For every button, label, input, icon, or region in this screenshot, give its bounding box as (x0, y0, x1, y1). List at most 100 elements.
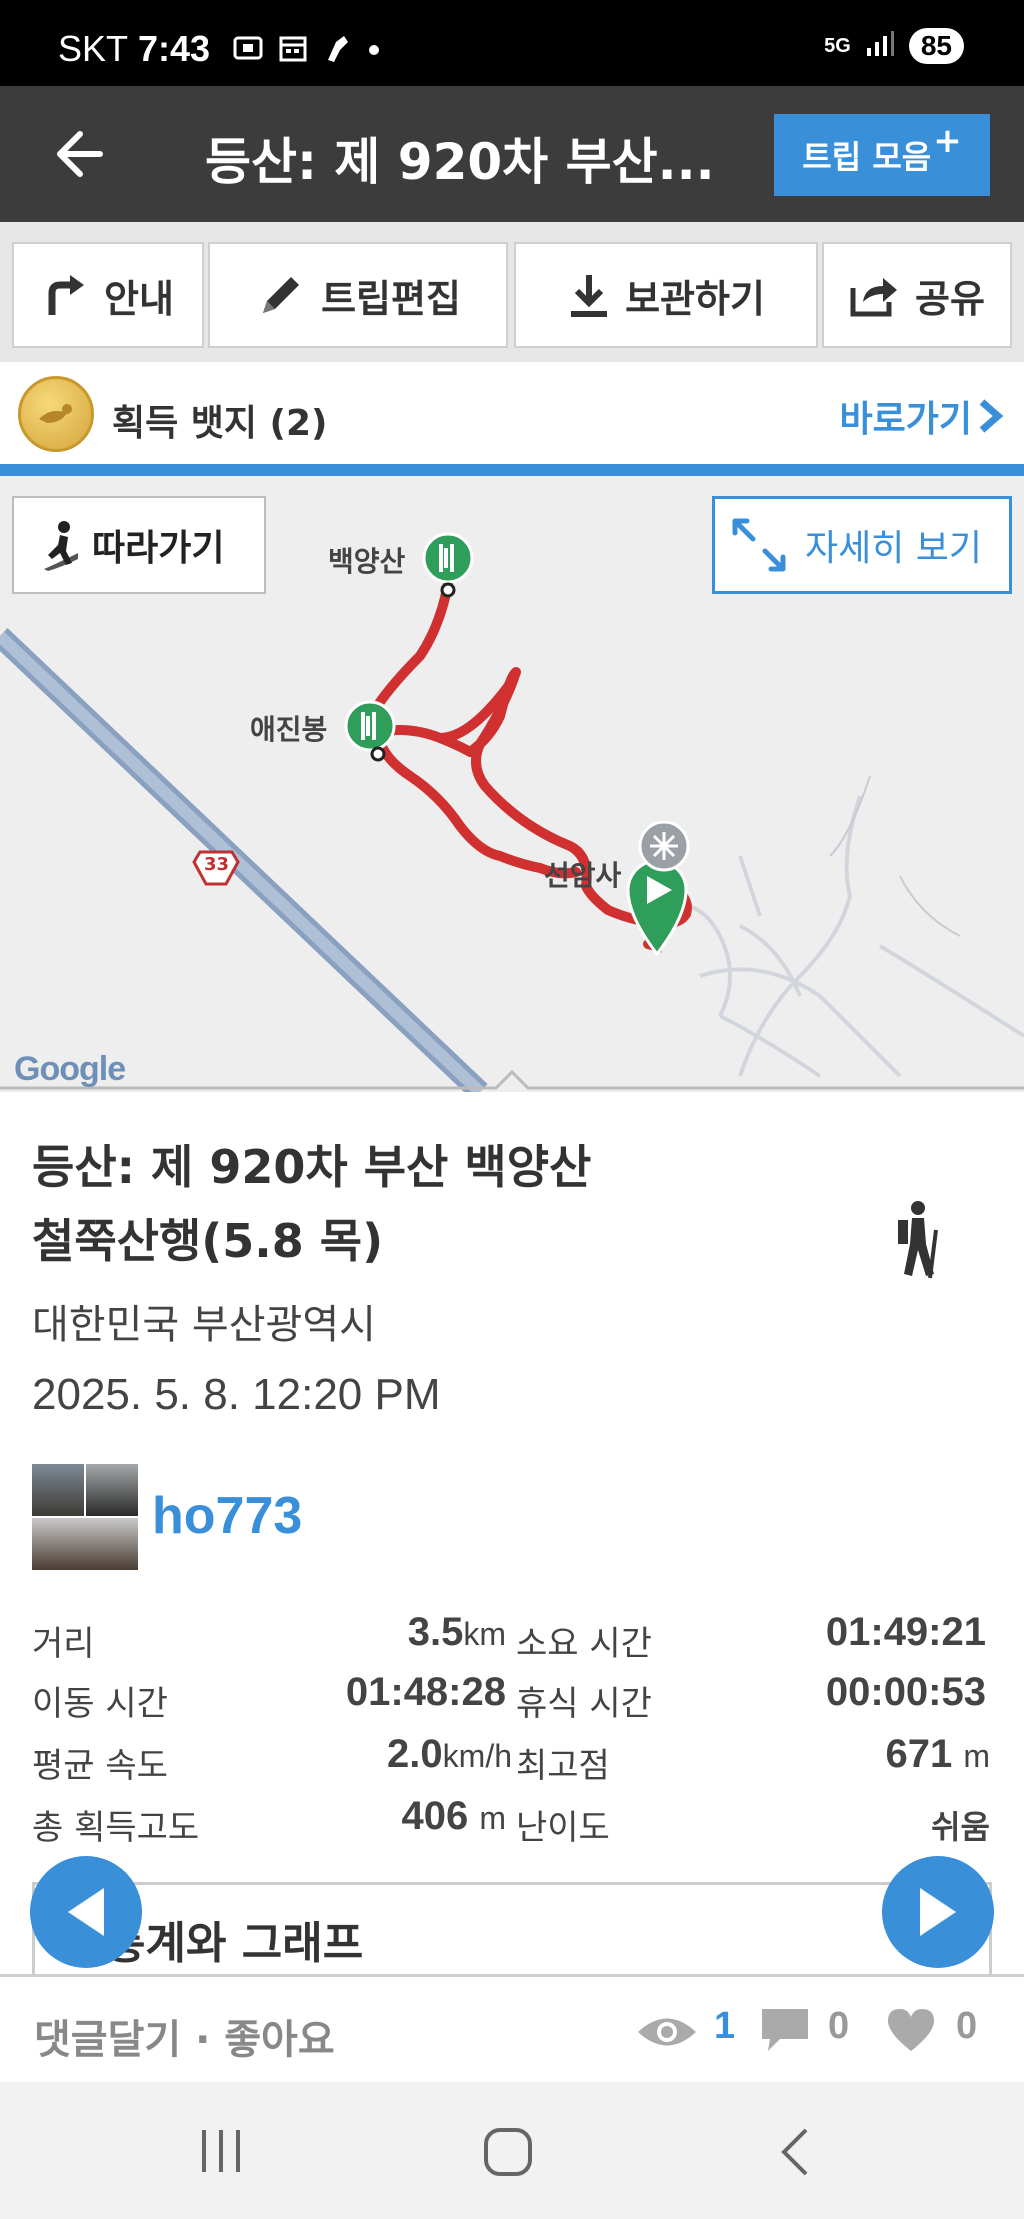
previous-button[interactable] (30, 1856, 142, 1968)
plus-icon: + (933, 121, 962, 161)
system-back-button[interactable] (774, 2126, 814, 2182)
arrow-left-icon (57, 131, 103, 177)
hiker-follow-icon (44, 521, 78, 571)
trip-collection-button[interactable]: 트립 모음 + (774, 114, 990, 196)
start-marker (626, 859, 688, 957)
stat-distance-value: 3.5km (320, 1610, 506, 1655)
screenshot-icon (232, 33, 264, 67)
comment-count: 0 (828, 2005, 850, 2047)
divider-accent (0, 464, 1024, 476)
stat-max-alt-label: 최고점 (516, 1746, 610, 1786)
play-right-icon (920, 1888, 956, 1936)
stat-gain-label: 총 획득고도 (32, 1808, 200, 1848)
stats-graph-section[interactable]: 통계와 그래프 (32, 1882, 992, 1974)
goto-label: 바로가기 (839, 399, 972, 440)
calendar-icon (278, 33, 308, 67)
trip-date: 2025. 5. 8. 12:20 PM (32, 1370, 441, 1419)
play-left-icon (68, 1888, 104, 1936)
save-button[interactable]: 보관하기 (514, 242, 818, 348)
stat-duration-value: 01:49:21 (825, 1610, 986, 1654)
comment-bar: 댓글달기 · 좋아요 1 0 0 (0, 1974, 1024, 2082)
stat-difficulty-value: 쉬움 (931, 1809, 990, 1845)
speed-unit: km/h (442, 1738, 512, 1774)
share-icon (850, 278, 898, 317)
goto-link[interactable]: 바로가기 (840, 390, 1004, 442)
save-label: 보관하기 (625, 276, 765, 321)
trip-collection-label: 트립 모음 (802, 138, 932, 176)
google-logo: Google (14, 1050, 126, 1088)
speed-number: 2.0 (387, 1732, 443, 1776)
stat-difficulty-label: 난이도 (516, 1808, 610, 1848)
stat-speed-value: 2.0km/h (300, 1732, 512, 1777)
stat-rest-value: 00:00:53 (825, 1670, 986, 1714)
stat-duration-label: 소요 시간 (516, 1624, 652, 1664)
app-notification-icon (322, 32, 354, 68)
stat-max-alt-value: 671 m (740, 1732, 990, 1777)
road-number: 33 (204, 854, 230, 875)
route-map[interactable]: 백양산 애진봉 선암사 33 따라가기 자세히 보기 Google (0, 476, 1024, 1092)
badge-label: 획득 뱃지 (2) (112, 403, 328, 444)
avatar-photo (86, 1464, 138, 1516)
map-label-temple: 선암사 (544, 859, 622, 892)
username-link[interactable]: ho773 (152, 1486, 302, 1546)
comment-like-link[interactable]: 댓글달기 · 좋아요 (34, 2007, 335, 2065)
map-label-peak1: 백양산 (328, 545, 406, 578)
hiking-activity-icon (890, 1200, 950, 1284)
distance-unit: km (463, 1616, 506, 1652)
stat-speed-label: 평균 속도 (32, 1746, 168, 1786)
detail-view-button[interactable]: 자세히 보기 (712, 496, 1012, 594)
max-alt-unit: m (963, 1738, 990, 1774)
notification-icons (232, 32, 380, 68)
follow-label: 따라가기 (92, 528, 225, 569)
gain-number: 406 (401, 1794, 469, 1838)
status-bar: SKT 7:43 5G 85 (0, 0, 1024, 86)
like-count: 0 (956, 2005, 978, 2047)
avatar[interactable] (32, 1464, 138, 1570)
home-icon (484, 2128, 532, 2176)
download-icon (571, 275, 608, 317)
back-chevron-icon (781, 2128, 808, 2176)
back-button[interactable] (50, 126, 106, 182)
gain-unit: m (479, 1800, 506, 1836)
peak-marker-baekyang (422, 532, 474, 598)
carrier-label: SKT (58, 28, 129, 69)
pencil-icon (263, 277, 300, 313)
system-nav-bar (0, 2082, 1024, 2219)
max-alt-number: 671 (885, 1732, 953, 1776)
app-bar: 등산: 제 920차 부산... 트립 모음 + (0, 86, 1024, 222)
share-button[interactable]: 공유 (822, 242, 1012, 348)
edit-trip-label: 트립편집 (321, 276, 461, 321)
page-title: 등산: 제 920차 부산... (205, 133, 715, 191)
temple-marker (638, 820, 690, 872)
badge-row[interactable]: 획득 뱃지 (2) 바로가기 (0, 362, 1024, 464)
expand-icon (732, 518, 786, 572)
guide-button[interactable]: 안내 (12, 242, 204, 348)
eye-icon (636, 2013, 698, 2055)
chevron-right-icon (979, 399, 1004, 433)
avatar-photo (32, 1464, 84, 1516)
home-button[interactable] (482, 2126, 534, 2182)
follow-button[interactable]: 따라가기 (12, 496, 266, 594)
avatar-photo (32, 1518, 138, 1570)
guide-label: 안내 (104, 276, 174, 321)
stat-moving-label: 이동 시간 (32, 1684, 168, 1724)
view-count: 1 (714, 2005, 736, 2047)
stat-distance-label: 거리 (32, 1624, 95, 1664)
edit-trip-button[interactable]: 트립편집 (208, 242, 508, 348)
signal-icon (865, 30, 895, 62)
clock: 7:43 (138, 28, 211, 69)
trip-title-line1: 등산: 제 920차 부산 백양산 (32, 1140, 592, 1194)
stat-rest-label: 휴식 시간 (516, 1684, 652, 1724)
battery-indicator: 85 (908, 28, 964, 64)
heart-icon (886, 2007, 936, 2057)
trip-info: 등산: 제 920차 부산 백양산 철쭉산행(5.8 목) 대한민국 부산광역시… (0, 1092, 1024, 1974)
network-icon: 5G (824, 35, 851, 57)
trip-location: 대한민국 부산광역시 (32, 1302, 376, 1348)
section-title: 통계와 그래프 (105, 1918, 364, 1969)
trip-title-line2: 철쭉산행(5.8 목) (32, 1214, 384, 1268)
next-button[interactable] (882, 1856, 994, 1968)
action-row: 안내 트립편집 보관하기 공유 (0, 222, 1024, 362)
turn-right-icon (48, 275, 85, 315)
detail-view-label: 자세히 보기 (805, 528, 983, 569)
recent-apps-button[interactable] (196, 2126, 246, 2180)
